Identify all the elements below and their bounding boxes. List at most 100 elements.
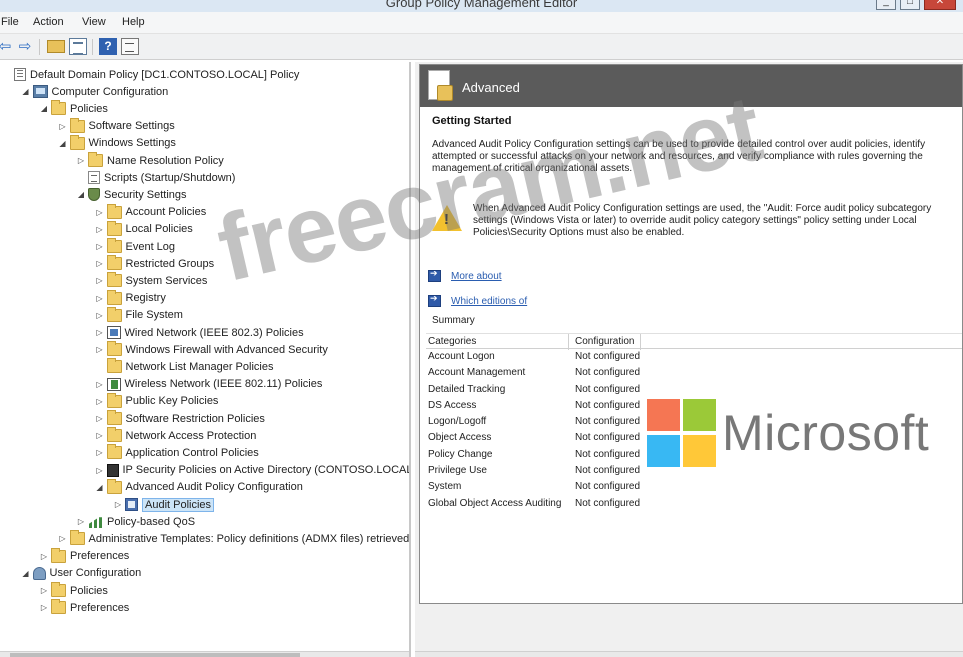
category-cell: System (428, 481, 462, 493)
tree-item[interactable]: ▷ Preferences (39, 599, 129, 616)
table-row[interactable]: Policy Change Not configured (426, 447, 962, 463)
tree-item[interactable]: ▷ Application Control Policies (95, 444, 259, 461)
expand-arrow-icon[interactable]: ▷ (113, 500, 123, 510)
tree-item[interactable]: ▷ Event Log (95, 238, 175, 255)
collapse-arrow-icon[interactable]: ◢ (21, 568, 31, 578)
column-header-configuration[interactable]: Configuration (575, 336, 634, 347)
forward-arrow-icon[interactable]: ⇨ (16, 38, 34, 55)
expand-arrow-icon[interactable]: ▷ (76, 517, 86, 527)
tree-item[interactable]: ▷ Policies (39, 582, 108, 599)
menu-help[interactable]: Help (122, 16, 145, 28)
which-editions-link[interactable]: Which editions of (451, 296, 527, 307)
expand-arrow-icon[interactable]: ▷ (95, 276, 105, 286)
collapse-arrow-icon[interactable]: ◢ (95, 482, 105, 492)
expand-arrow-icon[interactable]: ▷ (39, 603, 49, 613)
expand-arrow-icon[interactable]: ▷ (95, 379, 105, 389)
tree-item[interactable]: ▷ Audit Policies (113, 496, 215, 513)
collapse-arrow-icon[interactable]: ◢ (39, 104, 49, 114)
tree-item[interactable]: ▷ Software Restriction Policies (95, 410, 265, 427)
table-row[interactable]: Object Access Not configured (426, 430, 962, 446)
folder-icon (51, 100, 66, 116)
tree-item[interactable]: ▷ File System (95, 306, 183, 324)
table-row[interactable]: Logon/Logoff Not configured (426, 414, 962, 430)
expand-arrow-icon[interactable]: ▷ (95, 465, 105, 475)
table-row[interactable]: DS Access Not configured (426, 398, 962, 414)
show-hide-tree-icon[interactable] (69, 38, 87, 55)
more-about-link-row[interactable]: More about (428, 268, 502, 282)
tree-item[interactable]: ▷ Name Resolution Policy (76, 152, 224, 169)
window-title: Group Policy Management Editor (385, 0, 578, 10)
tree-item[interactable]: ▷ Network Access Protection (95, 427, 256, 444)
table-row[interactable]: System Not configured (426, 479, 962, 495)
expand-arrow-icon[interactable]: ▷ (39, 586, 49, 596)
expand-arrow-icon[interactable]: ▷ (95, 345, 105, 355)
expand-arrow-icon[interactable]: ▷ (76, 156, 86, 166)
column-divider[interactable] (640, 334, 641, 350)
column-header-categories[interactable]: Categories (428, 336, 476, 347)
expand-arrow-icon[interactable]: ▷ (95, 328, 105, 338)
properties-icon[interactable] (121, 38, 139, 55)
expand-arrow-icon[interactable]: ▷ (39, 551, 49, 561)
maximize-button[interactable]: □ (900, 0, 920, 10)
tree-item[interactable]: Network List Manager Policies (95, 358, 273, 375)
which-editions-link-row[interactable]: Which editions of (428, 293, 527, 307)
collapse-arrow-icon[interactable]: ◢ (58, 138, 68, 148)
tree-item[interactable]: ▷ Restricted Groups (95, 255, 214, 272)
expand-arrow-icon[interactable]: ▷ (95, 414, 105, 424)
tree-item[interactable]: ▷ Administrative Templates: Policy defini… (58, 530, 410, 547)
table-row[interactable]: Account Management Not configured (426, 365, 962, 381)
menu-action[interactable]: Action (33, 16, 64, 28)
tree-item-label: Administrative Templates: Policy definit… (88, 532, 410, 545)
table-row[interactable]: Privilege Use Not configured (426, 463, 962, 479)
table-row[interactable]: Detailed Tracking Not configured (426, 382, 962, 398)
expand-arrow-icon[interactable]: ▷ (58, 121, 68, 131)
expand-arrow-icon[interactable]: ▷ (95, 396, 105, 406)
tree-item[interactable]: ◢ Security Settings (76, 186, 187, 203)
minimize-button[interactable]: _ (876, 0, 896, 10)
help-icon[interactable]: ? (99, 38, 117, 55)
tree-item[interactable]: ◢ Windows Settings (58, 134, 176, 152)
expand-arrow-icon[interactable]: ▷ (95, 242, 105, 252)
tree-item[interactable]: Default Domain Policy [DC1.CONTOSO.LOCAL… (2, 66, 299, 83)
scrollbar-thumb[interactable] (10, 653, 300, 657)
tree-item[interactable]: ▷ System Services (95, 272, 207, 289)
expand-arrow-icon[interactable]: ▷ (95, 259, 105, 269)
expand-arrow-icon[interactable]: ▷ (95, 448, 105, 458)
table-row[interactable]: Account Logon Not configured (426, 349, 962, 365)
up-folder-icon[interactable] (47, 40, 65, 53)
tree-item[interactable]: ◢ User Configuration (21, 565, 141, 582)
close-button[interactable]: ✕ (924, 0, 956, 10)
back-arrow-icon[interactable]: ⇦ (0, 38, 14, 55)
console-tree[interactable]: Default Domain Policy [DC1.CONTOSO.LOCAL… (0, 62, 411, 657)
tree-item[interactable]: ▷ Public Key Policies (95, 392, 218, 410)
tree-item[interactable]: ▷ Windows Firewall with Advanced Security (95, 341, 328, 358)
tree-item[interactable]: ▷ Preferences (39, 547, 129, 565)
tree-item[interactable]: ◢ Policies (39, 100, 108, 117)
expand-arrow-icon[interactable]: ▷ (95, 431, 105, 441)
tree-item[interactable]: ▷ Policy-based QoS (76, 513, 195, 530)
tree-item[interactable]: ▷ IP Security Policies on Active Director… (95, 462, 409, 479)
column-divider[interactable] (568, 334, 569, 350)
tree-horizontal-scrollbar[interactable] (0, 651, 409, 657)
more-about-link[interactable]: More about (451, 271, 502, 282)
collapse-arrow-icon[interactable]: ◢ (76, 190, 86, 200)
expand-arrow-icon[interactable]: ▷ (95, 207, 105, 217)
table-row[interactable]: Global Object Access Auditing Not configu… (426, 496, 962, 512)
expand-arrow-icon[interactable]: ▷ (58, 534, 68, 544)
menu-file[interactable]: File (1, 16, 19, 28)
tree-item[interactable]: ◢ Computer Configuration (21, 83, 168, 100)
tree-item[interactable]: ▷ Wired Network (IEEE 802.3) Policies (95, 324, 304, 341)
tree-item[interactable]: ▷ Registry (95, 289, 166, 307)
tree-item[interactable]: ▷ Software Settings (58, 117, 175, 135)
tree-item[interactable]: Scripts (Startup/Shutdown) (76, 169, 235, 186)
tree-item[interactable]: ◢ Advanced Audit Policy Configuration (95, 478, 303, 496)
tree-item[interactable]: ▷ Local Policies (95, 220, 193, 238)
expand-arrow-icon[interactable]: ▷ (95, 293, 105, 303)
details-horizontal-scrollbar[interactable] (415, 651, 963, 657)
expand-arrow-icon[interactable]: ▷ (95, 310, 105, 320)
menu-view[interactable]: View (82, 16, 106, 28)
tree-item[interactable]: ▷ Wireless Network (IEEE 802.11) Policies (95, 376, 322, 393)
expand-arrow-icon[interactable]: ▷ (95, 224, 105, 234)
collapse-arrow-icon[interactable]: ◢ (21, 87, 31, 97)
tree-item[interactable]: ▷ Account Policies (95, 203, 206, 221)
